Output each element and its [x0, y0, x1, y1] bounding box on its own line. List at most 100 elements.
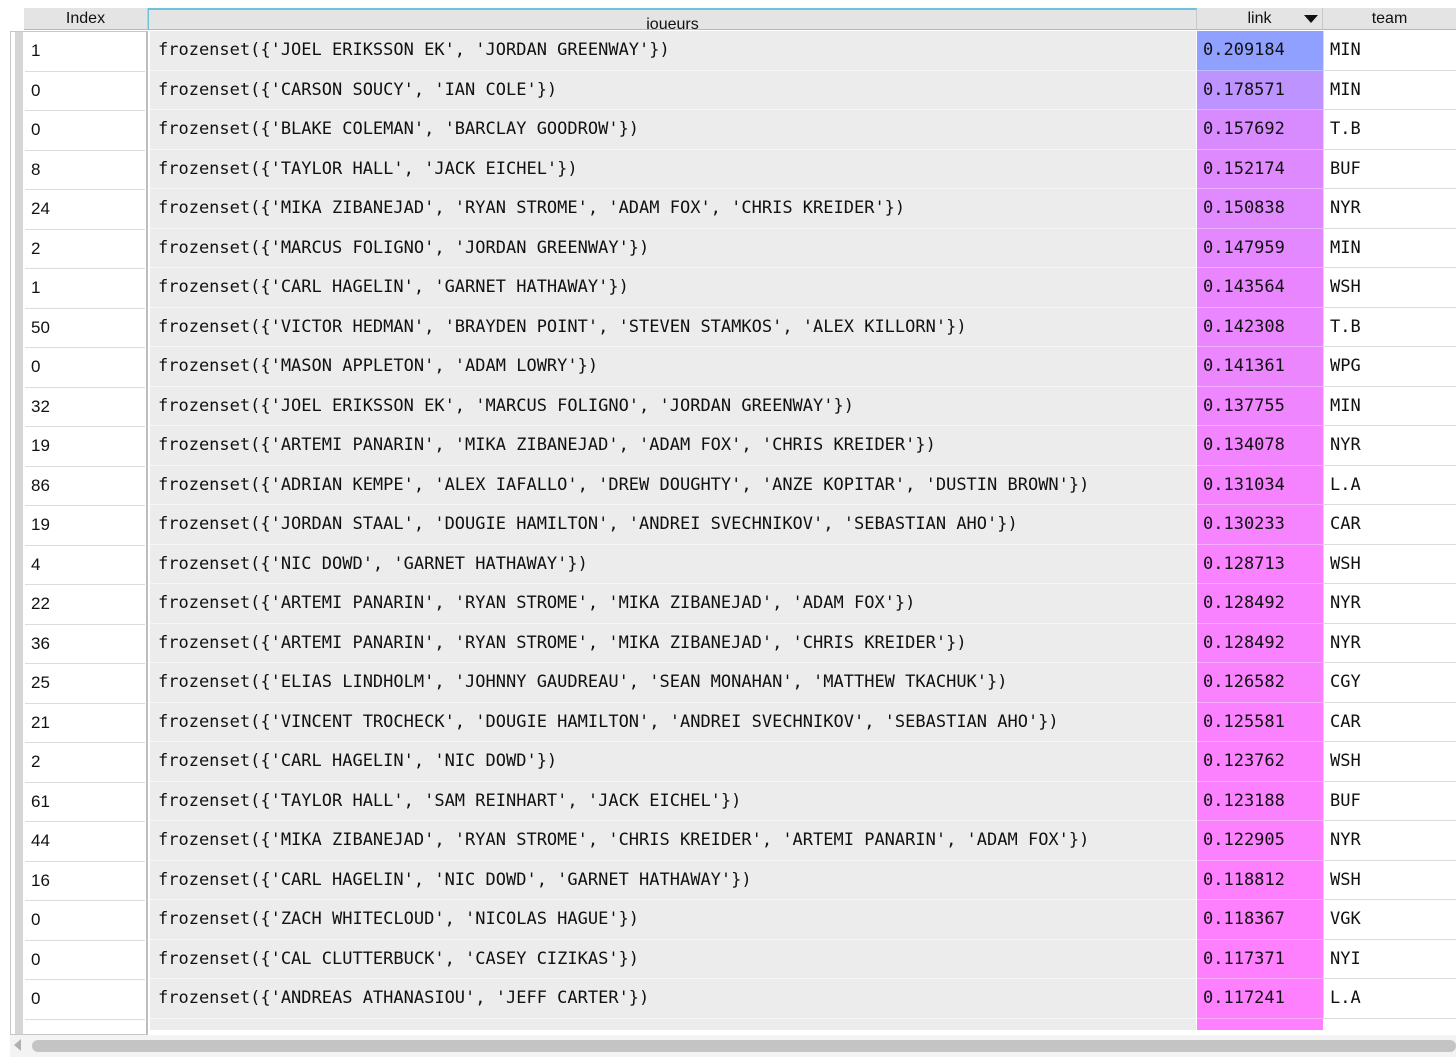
cell-team[interactable]: VGK: [1323, 900, 1456, 940]
index-cell[interactable]: 8: [25, 150, 145, 190]
cell-link[interactable]: 0.130233: [1197, 505, 1323, 545]
cell-link[interactable]: 0.131034: [1197, 465, 1323, 505]
cell-team[interactable]: CAR: [1323, 505, 1456, 545]
horizontal-scrollbar-thumb[interactable]: [32, 1040, 1456, 1052]
cell-joueurs[interactable]: frozenset({'VICTOR HEDMAN', 'BRAYDEN POI…: [150, 307, 1197, 347]
cell-joueurs[interactable]: frozenset({'ZACH WHITECLOUD', 'NICOLAS H…: [150, 900, 1197, 940]
index-cell[interactable]: 16: [25, 861, 145, 901]
cell-link[interactable]: 0.118812: [1197, 860, 1323, 900]
cell-team[interactable]: WPG: [1323, 347, 1456, 387]
cell-team[interactable]: NYR: [1323, 426, 1456, 466]
index-cell[interactable]: 36: [25, 624, 145, 664]
cell-team[interactable]: NYR: [1323, 821, 1456, 861]
cell-joueurs[interactable]: frozenset({'ARTEMI PANARIN', 'MIKA ZIBAN…: [150, 426, 1197, 466]
sort-descending-icon[interactable]: [1304, 15, 1318, 23]
cell-joueurs[interactable]: frozenset({'JOEL ERIKSSON EK', 'JORDAN G…: [150, 31, 1197, 71]
column-header-team[interactable]: team: [1323, 8, 1456, 30]
cell-link[interactable]: 0.123188: [1197, 781, 1323, 821]
cell-joueurs[interactable]: frozenset({'MARCUS FOLIGNO', 'JORDAN GRE…: [150, 228, 1197, 268]
cell-team[interactable]: BUF: [1323, 781, 1456, 821]
table-row[interactable]: frozenset({'ELIAS LINDHOLM', 'JOHNNY GAU…: [150, 663, 1456, 703]
cell-team[interactable]: NYI: [1323, 939, 1456, 979]
cell-joueurs[interactable]: frozenset({'MIKA ZIBANEJAD', 'RYAN STROM…: [150, 821, 1197, 861]
column-header-joueurs[interactable]: joueurs: [148, 8, 1197, 30]
table-row[interactable]: frozenset({'JOEL ERIKSSON EK', 'MARCUS F…: [150, 386, 1456, 426]
cell-joueurs[interactable]: frozenset({'ARTEMI PANARIN', 'RYAN STROM…: [150, 584, 1197, 624]
cell-link[interactable]: 0.143564: [1197, 268, 1323, 308]
data-grid[interactable]: frozenset({'JOEL ERIKSSON EK', 'JORDAN G…: [150, 31, 1456, 1030]
cell-link[interactable]: 0.137755: [1197, 386, 1323, 426]
cell-joueurs[interactable]: frozenset({'MASON APPLETON', 'ADAM LOWRY…: [150, 347, 1197, 387]
cell-joueurs[interactable]: frozenset({'BLAKE COLEMAN', 'BARCLAY GOO…: [150, 110, 1197, 150]
cell-link[interactable]: 0.117371: [1197, 939, 1323, 979]
index-cell[interactable]: 0: [25, 111, 145, 151]
cell-joueurs[interactable]: frozenset({'ADRIAN KEMPE', 'ALEX IAFALLO…: [150, 465, 1197, 505]
table-row[interactable]: frozenset({'ANDREAS ATHANASIOU', 'JEFF C…: [150, 979, 1456, 1019]
cell-team[interactable]: WSH: [1323, 268, 1456, 308]
cell-joueurs[interactable]: frozenset({'CARSON SOUCY', 'IAN COLE'}): [150, 70, 1197, 110]
index-cell[interactable]: 0: [25, 348, 145, 388]
cell-link[interactable]: 0.123762: [1197, 742, 1323, 782]
table-row[interactable]: frozenset({'TAYLOR HALL', 'SAM REINHART'…: [150, 781, 1456, 821]
table-row[interactable]: frozenset({'ARTEMI PANARIN', 'RYAN STROM…: [150, 623, 1456, 663]
table-row[interactable]: frozenset({'JORDAN STAAL', 'DOUGIE HAMIL…: [150, 505, 1456, 545]
cell-joueurs[interactable]: frozenset({'JORDAN STAAL', 'DOUGIE HAMIL…: [150, 505, 1197, 545]
table-row[interactable]: frozenset({'CARL HAGELIN', 'NIC DOWD'}) 0…: [150, 742, 1456, 782]
table-row[interactable]: frozenset({'NIC DOWD', 'GARNET HATHAWAY'…: [150, 544, 1456, 584]
table-row[interactable]: frozenset({'MIKA ZIBANEJAD', 'RYAN STROM…: [150, 821, 1456, 861]
cell-team[interactable]: MIN: [1323, 70, 1456, 110]
table-row[interactable]: frozenset({'CARL HAGELIN', 'NIC DOWD', '…: [150, 860, 1456, 900]
table-row[interactable]: frozenset({'TAYLOR HALL', 'JACK EICHEL'}…: [150, 149, 1456, 189]
table-row[interactable]: frozenset({'BLAKE COLEMAN', 'BARCLAY GOO…: [150, 110, 1456, 150]
cell-joueurs[interactable]: frozenset({'CARL HAGELIN', 'NIC DOWD'}): [150, 742, 1197, 782]
table-row[interactable]: frozenset({'ARTEMI PANARIN', 'MIKA ZIBAN…: [150, 426, 1456, 466]
cell-link[interactable]: 0.118367: [1197, 900, 1323, 940]
index-cell[interactable]: 4: [25, 545, 145, 585]
cell-team[interactable]: NYR: [1323, 584, 1456, 624]
table-row[interactable]: frozenset({'CAL CLUTTERBUCK', 'CASEY CIZ…: [150, 939, 1456, 979]
cell-team[interactable]: BUF: [1323, 149, 1456, 189]
cell-team[interactable]: NYR: [1323, 189, 1456, 229]
cell-joueurs[interactable]: frozenset({'CARL HAGELIN', 'NIC DOWD', '…: [150, 860, 1197, 900]
index-cell[interactable]: 44: [25, 822, 145, 862]
table-row[interactable]: frozenset({'VINCENT TROCHECK', 'DOUGIE H…: [150, 702, 1456, 742]
cell-team[interactable]: L.A: [1323, 979, 1456, 1019]
index-cell[interactable]: 21: [25, 703, 145, 743]
cell-link[interactable]: 0.126582: [1197, 663, 1323, 703]
cell-link[interactable]: 0.147959: [1197, 228, 1323, 268]
cell-joueurs[interactable]: frozenset({'ANDREAS ATHANASIOU', 'JEFF C…: [150, 979, 1197, 1019]
cell-team[interactable]: T.B: [1323, 110, 1456, 150]
cell-link[interactable]: 0.128492: [1197, 584, 1323, 624]
cell-team[interactable]: L.A: [1323, 465, 1456, 505]
cell-joueurs[interactable]: frozenset({'NIC DOWD', 'GARNET HATHAWAY'…: [150, 544, 1197, 584]
index-cell[interactable]: 0: [25, 980, 145, 1020]
table-row[interactable]: frozenset({'VICTOR HEDMAN', 'BRAYDEN POI…: [150, 307, 1456, 347]
scroll-left-arrow-icon[interactable]: [14, 1039, 21, 1051]
cell-team[interactable]: CGY: [1323, 663, 1456, 703]
cell-link[interactable]: 0.141361: [1197, 347, 1323, 387]
cell-link[interactable]: 0.128713: [1197, 544, 1323, 584]
cell-joueurs[interactable]: frozenset({'VINCENT TROCHECK', 'DOUGIE H…: [150, 702, 1197, 742]
cell-link[interactable]: 0.134078: [1197, 426, 1323, 466]
cell-team[interactable]: T.B: [1323, 307, 1456, 347]
table-row[interactable]: frozenset({'ARTEMI PANARIN', 'RYAN STROM…: [150, 584, 1456, 624]
cell-joueurs[interactable]: frozenset({'TAYLOR HALL', 'SAM REINHART'…: [150, 781, 1197, 821]
table-row[interactable]: frozenset({'MARCUS FOLIGNO', 'JORDAN GRE…: [150, 228, 1456, 268]
cell-link[interactable]: 0.125581: [1197, 702, 1323, 742]
index-cell[interactable]: 24: [25, 190, 145, 230]
cell-link[interactable]: 0.117241: [1197, 979, 1323, 1019]
column-header-index[interactable]: Index: [24, 8, 148, 30]
index-cell[interactable]: 0: [25, 901, 145, 941]
table-row[interactable]: frozenset({'CARL HAGELIN', 'GARNET HATHA…: [150, 268, 1456, 308]
cell-joueurs[interactable]: frozenset({'JOEL ERIKSSON EK', 'MARCUS F…: [150, 386, 1197, 426]
cell-team[interactable]: CAR: [1323, 702, 1456, 742]
cell-team[interactable]: MIN: [1323, 31, 1456, 71]
cell-team[interactable]: MIN: [1323, 228, 1456, 268]
cell-link[interactable]: 0.178571: [1197, 70, 1323, 110]
index-cell[interactable]: 2: [25, 743, 145, 783]
table-row[interactable]: frozenset({'ADRIAN KEMPE', 'ALEX IAFALLO…: [150, 465, 1456, 505]
cell-team[interactable]: WSH: [1323, 742, 1456, 782]
cell-link[interactable]: 0.128492: [1197, 623, 1323, 663]
index-cell[interactable]: 0: [25, 71, 145, 111]
index-cell[interactable]: 19: [25, 427, 145, 467]
